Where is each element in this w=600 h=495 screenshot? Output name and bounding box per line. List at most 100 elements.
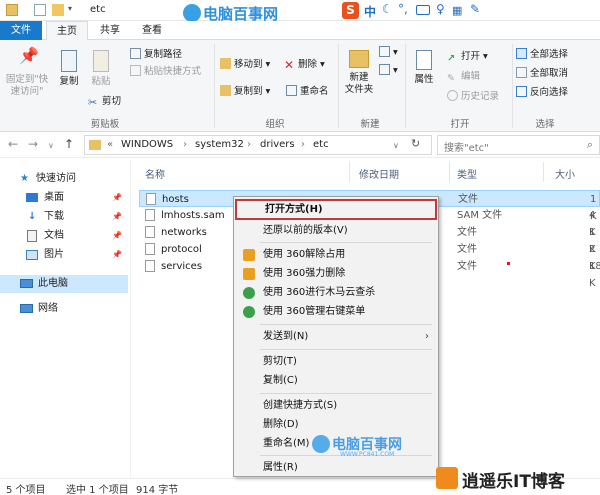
nav-quick-access[interactable]: ★ 快速访问 — [0, 170, 128, 188]
menu-item-create-shortcut[interactable]: 创建快捷方式(S) — [235, 396, 437, 415]
copy-path-button[interactable]: 复制路径 — [130, 48, 182, 62]
tab-view[interactable]: 查看 — [132, 21, 172, 40]
delete-button[interactable]: ✕ 删除 ▾ — [284, 58, 325, 72]
breadcrumb-windows[interactable]: WINDOWS — [121, 139, 173, 150]
clipboard-group-label: 剪贴板 — [90, 119, 120, 130]
select-none-button[interactable]: 全部取消 — [516, 67, 568, 81]
menu-item-open-with[interactable]: 打开方式(H) — [235, 199, 437, 220]
copy-to-button[interactable]: 复制到 ▾ — [220, 85, 270, 99]
breadcrumb-system32[interactable]: system32 — [195, 139, 244, 150]
delete-label: 删除 — [298, 59, 318, 70]
divider[interactable] — [349, 162, 350, 182]
menu-item-360-force-delete[interactable]: 使用 360强力删除 — [235, 264, 437, 283]
breadcrumb-drivers[interactable]: drivers — [260, 139, 295, 150]
menu-label: 使用 360解除占用 — [263, 249, 346, 260]
skin-icon[interactable]: ♀ — [436, 2, 445, 16]
select-all-button[interactable]: 全部选择 — [516, 48, 568, 62]
select-none-icon — [516, 67, 527, 78]
history-label: 历史记录 — [461, 91, 500, 102]
keyboard-icon[interactable] — [416, 5, 430, 15]
breadcrumb-etc[interactable]: etc — [313, 139, 329, 150]
tab-home[interactable]: 主页 — [46, 21, 88, 41]
history-button[interactable]: 历史记录 — [447, 90, 499, 104]
copy-button[interactable]: 复制 — [54, 48, 84, 88]
menu-item-360-scan[interactable]: 使用 360进行木马云查杀 — [235, 283, 437, 302]
chevron-down-icon[interactable]: ▾ — [68, 4, 80, 16]
tab-file[interactable]: 文件 — [0, 21, 42, 40]
ribbon: 📌 固定到"快 速访问" 复制 粘贴 复制路径 粘贴快捷方式 ✂ 剪切 剪贴板 移… — [0, 40, 600, 132]
nav-label: 桌面 — [44, 192, 64, 203]
file-type: 文件 — [457, 261, 477, 272]
divider — [260, 393, 432, 394]
rename-icon — [286, 85, 297, 96]
new-folder-button[interactable]: 新建 文件夹 — [342, 48, 376, 96]
up-arrow-icon[interactable]: ↑ — [64, 137, 74, 151]
nav-pictures[interactable]: 图片 📌 — [0, 246, 128, 264]
menu-label: 发送到(N) — [263, 331, 309, 342]
item-count: 5 个项目 — [6, 485, 46, 495]
rename-button[interactable]: 重命名 — [286, 85, 329, 99]
menu-item-360-manage[interactable]: 使用 360管理右键菜单 — [235, 302, 437, 321]
properties-icon[interactable] — [34, 4, 46, 16]
grid-icon[interactable]: ▦ — [452, 4, 462, 17]
wrench-icon[interactable]: ✎ — [470, 2, 480, 16]
back-arrow-icon[interactable]: ← — [8, 137, 18, 151]
computer-icon — [20, 279, 33, 288]
menu-item-delete[interactable]: 删除(D) — [235, 415, 437, 434]
address-input[interactable]: « WINDOWS › system32 › drivers › etc ∨ ↻ — [84, 135, 432, 155]
menu-label: 创建快捷方式(S) — [263, 400, 338, 411]
open-button[interactable]: ↗ 打开 ▾ — [447, 50, 488, 64]
easy-access-icon — [379, 64, 390, 75]
chevron-down-icon[interactable]: ∨ — [48, 141, 54, 150]
ime-mode[interactable]: 中 — [364, 3, 376, 20]
invert-selection-button[interactable]: 反向选择 — [516, 86, 568, 100]
breadcrumb-sep: › — [247, 139, 251, 150]
punctuation-icon[interactable]: °, — [398, 2, 408, 16]
column-header-modified[interactable]: 修改日期 — [359, 166, 399, 181]
divider[interactable] — [449, 162, 450, 182]
folder-icon — [349, 50, 369, 68]
menu-item-send-to[interactable]: 发送到(N) › — [235, 327, 437, 346]
forward-arrow-icon[interactable]: → — [28, 137, 38, 151]
column-header-type[interactable]: 类型 — [457, 166, 477, 181]
menu-item-restore[interactable]: 还原以前的版本(V) — [235, 221, 437, 240]
nav-documents[interactable]: 文档 📌 — [0, 227, 128, 245]
selected-size: 914 字节 — [136, 485, 179, 495]
ime-toolbar[interactable]: S 中 ☾ °, ♀ ▦ ✎ — [342, 2, 487, 20]
menu-item-copy[interactable]: 复制(C) — [235, 371, 437, 390]
pin-icon: 📌 — [19, 46, 39, 65]
move-to-button[interactable]: 移动到 ▾ — [220, 58, 270, 72]
search-input[interactable]: 搜索"etc" ⌕ — [437, 135, 600, 155]
properties-button[interactable]: 属性 — [409, 48, 439, 86]
paste-shortcut-button[interactable]: 粘贴快捷方式 — [130, 65, 201, 79]
nav-downloads[interactable]: ↓ 下载 📌 — [0, 208, 128, 226]
easy-access-button[interactable]: ▾ — [379, 64, 398, 78]
pin-quick-access-button[interactable]: 📌 固定到"快 速访问" — [2, 48, 52, 98]
moon-icon[interactable]: ☾ — [382, 2, 393, 16]
new-folder-icon[interactable] — [52, 4, 64, 16]
edit-label: 编辑 — [461, 71, 481, 82]
nav-network[interactable]: 网络 — [0, 300, 128, 318]
address-dropdown-icon[interactable]: ∨ — [393, 141, 399, 150]
copy-path-label: 复制路径 — [144, 49, 183, 60]
nav-desktop[interactable]: 桌面 📌 — [0, 189, 128, 207]
cut-button[interactable]: ✂ 剪切 — [88, 95, 121, 109]
menu-item-360-unlock[interactable]: 使用 360解除占用 — [235, 245, 437, 264]
breadcrumb-overflow[interactable]: « — [107, 139, 113, 150]
refresh-icon[interactable]: ↻ — [411, 137, 420, 150]
menu-label: 重命名(M) — [263, 438, 310, 449]
divider[interactable] — [543, 162, 544, 182]
file-name: hosts — [162, 194, 189, 205]
menu-item-cut[interactable]: 剪切(T) — [235, 352, 437, 371]
select-all-icon — [516, 48, 527, 59]
paste-shortcut-icon — [130, 65, 141, 76]
star-icon: ★ — [20, 173, 29, 184]
column-header-size[interactable]: 大小 — [555, 166, 575, 181]
menu-item-properties[interactable]: 属性(R) — [235, 458, 437, 477]
edit-button[interactable]: ✎ 编辑 — [447, 70, 480, 84]
new-item-button[interactable]: ▾ — [379, 46, 398, 60]
nav-this-pc[interactable]: 此电脑 — [0, 275, 128, 293]
column-header-name[interactable]: 名称 — [145, 166, 165, 181]
tab-share[interactable]: 共享 — [90, 21, 130, 40]
paste-button[interactable]: 粘贴 — [86, 48, 116, 88]
